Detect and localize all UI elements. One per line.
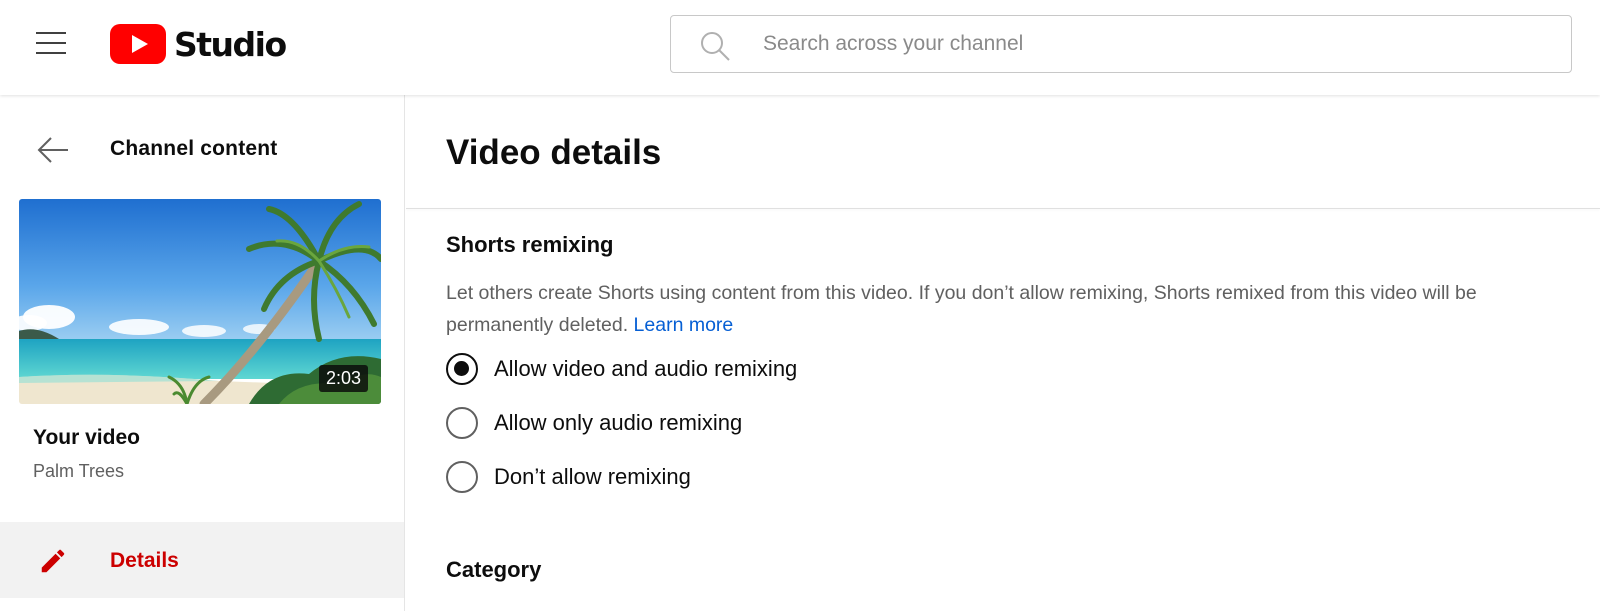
app-name: Studio xyxy=(174,24,287,64)
radio-option-label: Allow video and audio remixing xyxy=(494,356,798,381)
search-box[interactable] xyxy=(670,15,1572,73)
radio-option-label: Allow only audio remixing xyxy=(494,410,743,435)
title-divider xyxy=(406,208,1600,209)
radio-option-dont-allow[interactable]: Don’t allow remixing xyxy=(446,459,691,495)
video-duration-badge: 2:03 xyxy=(318,365,368,392)
learn-more-link[interactable]: Learn more xyxy=(634,314,734,336)
radio-button[interactable] xyxy=(446,407,478,439)
shorts-remixing-title: Shorts remixing xyxy=(446,232,614,257)
shorts-remixing-description: Let others create Shorts using content f… xyxy=(446,277,1576,341)
video-thumbnail[interactable]: 2:03 xyxy=(19,199,381,404)
studio-logo[interactable]: Studio xyxy=(110,22,287,66)
youtube-play-logo xyxy=(110,24,166,64)
search-icon xyxy=(701,32,730,61)
back-label: Channel content xyxy=(110,137,278,160)
radio-button[interactable] xyxy=(446,461,478,493)
search-input[interactable] xyxy=(763,16,1553,72)
sidebar: Channel content 2:03 Your video Palm Tre… xyxy=(0,95,405,611)
page-title: Video details xyxy=(446,133,662,172)
radio-option-allow-video-and-audio[interactable]: Allow video and audio remixing xyxy=(446,351,797,387)
arrow-back-icon[interactable] xyxy=(36,135,70,165)
radio-button-selected[interactable] xyxy=(446,353,478,385)
radio-option-allow-only-audio[interactable]: Allow only audio remixing xyxy=(446,405,742,441)
back-to-channel-content[interactable]: Channel content xyxy=(0,125,404,175)
radio-option-label: Don’t allow remixing xyxy=(494,464,691,489)
your-video-label: Your video xyxy=(33,426,140,449)
hamburger-menu-icon[interactable] xyxy=(34,30,68,56)
category-title: Category xyxy=(446,557,542,582)
video-title: Palm Trees xyxy=(33,461,125,481)
top-app-bar: Studio xyxy=(0,0,1600,95)
main-content: Video details Shorts remixing Let others… xyxy=(406,95,1600,611)
sidebar-item-details[interactable]: Details xyxy=(0,522,404,598)
sidebar-item-label: Details xyxy=(110,549,179,572)
description-text: Let others create Shorts using content f… xyxy=(446,282,1477,336)
pencil-icon xyxy=(41,549,65,573)
